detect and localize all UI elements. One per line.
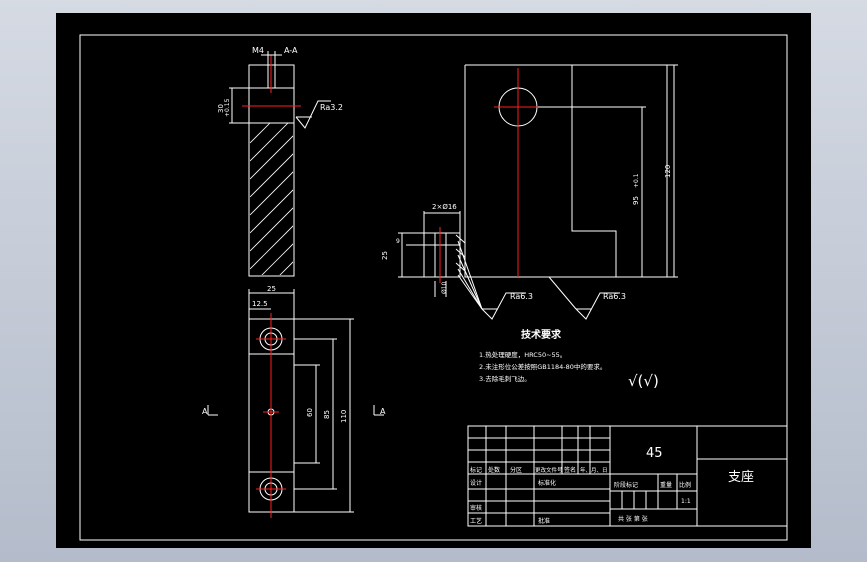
tb-material: 45: [646, 446, 663, 461]
tb-header-docno: 更改文件号: [535, 466, 563, 474]
tb-row-approve: 批准: [538, 517, 550, 525]
tb-sheet-labels: 共 张 第 张: [618, 515, 648, 523]
tb-header-mark: 标记: [470, 466, 482, 474]
section-label: A-A: [284, 46, 298, 55]
cut-mark-right: A: [380, 407, 386, 416]
front-dim-95: 95: [632, 196, 640, 205]
tb-header-zone: 分区: [510, 466, 522, 474]
tb-row-process: 工艺: [470, 517, 482, 525]
hole-callout: 2×Ø16: [432, 203, 457, 211]
note-item-1: 1.热处理硬度，HRC50~55。: [479, 350, 566, 359]
front-dim-d10: Ø10: [441, 281, 448, 294]
tb-stage-label: 阶段标记: [614, 481, 638, 489]
section-roughness-label: Ra3.2: [320, 103, 343, 112]
tb-header-count: 处数: [488, 466, 500, 474]
front-roughness-left: Ra6.3: [510, 292, 533, 301]
finish-symbol: √(√): [628, 372, 659, 390]
drawing-canvas: M4 A-A 30 +0.15 Ra3.2 25 12.5 60 85 110 …: [79, 34, 788, 541]
tb-header-sign: 签名: [564, 466, 576, 474]
tb-scale-label: 比例: [679, 481, 691, 489]
drawing-sheet[interactable]: M4 A-A 30 +0.15 Ra3.2 25 12.5 60 85 110 …: [56, 13, 811, 548]
bottom-dim-85: 85: [323, 410, 331, 419]
bottom-dim-110: 110: [340, 410, 348, 423]
notes-title: 技术要求: [521, 328, 562, 341]
drawing-border: [79, 34, 788, 541]
m4-dim-label: M4: [252, 46, 264, 55]
tb-row-standard: 标准化: [538, 479, 556, 487]
section-height-tol: +0.15: [224, 98, 231, 117]
cad-viewport[interactable]: M4 A-A 30 +0.15 Ra3.2 25 12.5 60 85 110 …: [0, 0, 867, 562]
bottom-width-dim: 25: [267, 285, 276, 293]
front-dim-95-tol: +0.1: [633, 173, 640, 188]
tb-header-date: 年、月、日: [580, 466, 608, 474]
tb-row-design: 设计: [470, 479, 482, 487]
front-dim-120: 120: [664, 165, 672, 178]
tb-weight-label: 重量: [660, 481, 672, 489]
bottom-view: [207, 289, 384, 518]
front-view: [398, 64, 678, 320]
note-item-2: 2.未注形位公差按照GB1184-80中的要求。: [479, 362, 606, 371]
bottom-dim-60: 60: [306, 408, 314, 417]
tb-row-review: 审核: [470, 504, 482, 512]
bottom-half-dim: 12.5: [252, 300, 268, 308]
front-dim-25: 25: [381, 251, 389, 260]
tb-scale-value: 1:1: [681, 498, 691, 505]
front-dim-9: 9: [396, 238, 400, 245]
note-item-3: 3.去除毛刺飞边。: [479, 374, 531, 383]
front-roughness-right: Ra6.3: [603, 292, 626, 301]
cut-mark-left: A: [202, 407, 208, 416]
tb-part-name: 支座: [728, 470, 754, 485]
